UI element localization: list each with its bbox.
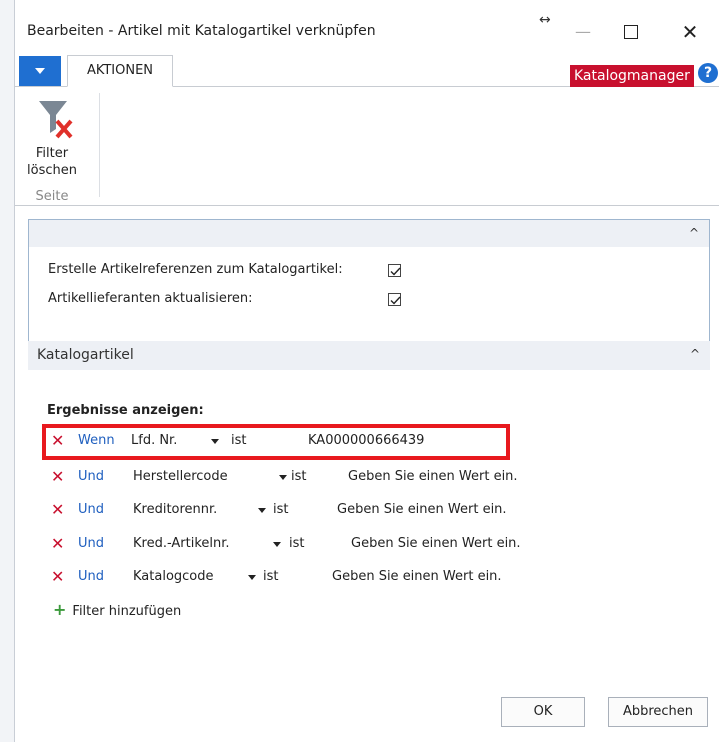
checkbox-create-references[interactable] xyxy=(388,264,401,277)
filter-operator: ist xyxy=(289,536,305,551)
filter-operator: ist xyxy=(291,469,307,484)
filter-field[interactable]: Katalogcode xyxy=(133,569,214,584)
highlight-box xyxy=(42,424,510,460)
dropdown-arrow-icon xyxy=(35,68,45,74)
filter-clear-button[interactable]: Filter löschen xyxy=(21,145,83,179)
filter-conjunction[interactable]: Und xyxy=(78,469,104,484)
options-section: ^ Erstelle Artikelreferenzen zum Katalog… xyxy=(28,219,710,347)
group-label-seite: Seite xyxy=(35,189,69,204)
catalog-item-section-header[interactable]: Katalogartikel ^ xyxy=(28,341,710,370)
cancel-button[interactable]: Abbrechen xyxy=(608,697,708,727)
filter-row: ✕ Und Kred.-Artikelnr. ist Geben Sie ein… xyxy=(51,535,691,555)
remove-filter-icon[interactable]: ✕ xyxy=(51,535,64,553)
dialog-window: Bearbeiten - Artikel mit Katalogartikel … xyxy=(14,0,719,742)
add-filter-icon: + xyxy=(53,600,67,619)
filter-value[interactable]: Geben Sie einen Wert ein. xyxy=(332,569,502,584)
tab-aktionen[interactable]: AKTIONEN xyxy=(67,55,173,87)
close-button[interactable]: ✕ xyxy=(667,14,713,50)
help-icon[interactable]: ? xyxy=(698,63,718,83)
filter-operator: ist xyxy=(263,569,279,584)
remove-filter-icon[interactable]: ✕ xyxy=(51,468,64,486)
add-filter-link[interactable]: + Filter hinzufügen xyxy=(53,600,181,619)
checkbox-checked-icon xyxy=(390,296,401,305)
ok-button[interactable]: OK xyxy=(501,697,585,727)
filter-clear-label-2: löschen xyxy=(27,163,77,178)
filter-conjunction[interactable]: Und xyxy=(78,536,104,551)
ribbon-menu-button[interactable] xyxy=(19,56,61,86)
resize-icon[interactable]: ↔ xyxy=(539,12,551,28)
filter-row: ✕ Und Herstellercode ist Geben Sie einen… xyxy=(51,468,691,488)
maximize-button[interactable] xyxy=(608,14,654,50)
section-title: Katalogartikel xyxy=(37,347,134,363)
collapse-icon[interactable]: ^ xyxy=(690,347,700,361)
filter-value[interactable]: Geben Sie einen Wert ein. xyxy=(351,536,521,551)
dropdown-arrow-icon[interactable] xyxy=(258,508,266,513)
catalog-manager-badge[interactable]: Katalogmanager xyxy=(570,65,694,87)
options-section-header[interactable]: ^ xyxy=(29,220,709,247)
dropdown-arrow-icon[interactable] xyxy=(279,475,287,480)
minimize-button[interactable]: — xyxy=(560,14,606,50)
filter-operator: ist xyxy=(273,502,289,517)
add-filter-label: Filter hinzufügen xyxy=(72,604,182,619)
filter-value[interactable]: Geben Sie einen Wert ein. xyxy=(348,469,518,484)
filter-field[interactable]: Kreditorennr. xyxy=(133,502,217,517)
checkbox-checked-icon xyxy=(390,267,401,276)
filter-field[interactable]: Herstellercode xyxy=(133,469,228,484)
filter-clear-icon[interactable] xyxy=(37,97,77,143)
filter-conjunction[interactable]: Und xyxy=(78,502,104,517)
window-title: Bearbeiten - Artikel mit Katalogartikel … xyxy=(27,23,376,39)
option-label-create-references: Erstelle Artikelreferenzen zum Katalogar… xyxy=(48,262,343,277)
title-bar: Bearbeiten - Artikel mit Katalogartikel … xyxy=(15,0,719,52)
remove-filter-icon[interactable]: ✕ xyxy=(51,568,64,586)
dropdown-arrow-icon[interactable] xyxy=(248,575,256,580)
ribbon: Filter löschen Seite xyxy=(15,87,719,206)
ribbon-group-seite: Filter löschen Seite xyxy=(21,93,100,204)
remove-filter-icon[interactable]: ✕ xyxy=(51,501,64,519)
dropdown-arrow-icon[interactable] xyxy=(273,542,281,547)
filter-value[interactable]: Geben Sie einen Wert ein. xyxy=(337,502,507,517)
filter-field[interactable]: Kred.-Artikelnr. xyxy=(133,536,230,551)
filter-clear-label-1: Filter xyxy=(35,146,69,161)
filter-row: ✕ Und Kreditorennr. ist Geben Sie einen … xyxy=(51,501,691,521)
filter-row: ✕ Und Katalogcode ist Geben Sie einen We… xyxy=(51,568,691,588)
collapse-icon[interactable]: ^ xyxy=(689,226,699,240)
filters-title: Ergebnisse anzeigen: xyxy=(47,403,204,418)
content-area: ^ Erstelle Artikelreferenzen zum Katalog… xyxy=(15,206,719,742)
filter-conjunction[interactable]: Und xyxy=(78,569,104,584)
option-label-update-suppliers: Artikellieferanten aktualisieren: xyxy=(48,291,253,306)
checkbox-update-suppliers[interactable] xyxy=(388,293,401,306)
background-strip xyxy=(0,0,15,742)
maximize-icon xyxy=(624,25,638,39)
